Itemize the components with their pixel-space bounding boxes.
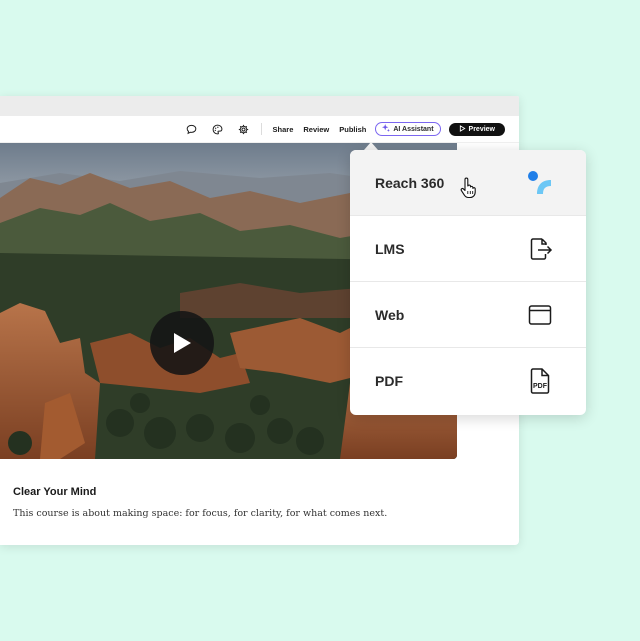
publish-option-web[interactable]: Web: [350, 282, 586, 348]
ai-assistant-label: AI Assistant: [393, 125, 434, 133]
settings-gear-icon[interactable]: [237, 122, 251, 136]
export-file-icon: [526, 235, 554, 263]
publish-option-label: PDF: [375, 373, 403, 389]
preview-label: Preview: [468, 125, 495, 133]
share-button[interactable]: Share: [273, 125, 294, 134]
publish-button[interactable]: Publish: [339, 125, 366, 134]
menu-caret: [364, 142, 378, 150]
sparkle-icon: [382, 124, 391, 134]
video-play-button[interactable]: [150, 311, 214, 375]
toolbar-divider: [260, 123, 262, 135]
publish-option-lms[interactable]: LMS: [350, 216, 586, 282]
reach360-logo-icon: [526, 169, 554, 197]
palette-icon[interactable]: [211, 122, 225, 136]
publish-option-pdf[interactable]: PDF PDF: [350, 348, 586, 414]
pdf-file-icon: PDF: [526, 367, 554, 395]
play-icon: [174, 333, 191, 353]
editor-toolbar: Share Review Publish AI Assistant Previe…: [0, 116, 519, 143]
svg-text:PDF: PDF: [533, 383, 548, 390]
publish-option-label: Web: [375, 306, 405, 323]
publish-option-label: Reach 360: [375, 174, 445, 191]
comment-icon[interactable]: [185, 122, 199, 136]
review-button[interactable]: Review: [303, 125, 329, 134]
course-description: This course is about making space: for f…: [13, 508, 388, 519]
window-titlebar: [0, 96, 519, 116]
play-outline-icon: [459, 124, 466, 134]
course-title: Clear Your Mind: [13, 486, 97, 498]
ai-assistant-button[interactable]: AI Assistant: [375, 122, 441, 136]
publish-option-label: LMS: [375, 240, 405, 257]
browser-window-icon: [526, 301, 554, 329]
hand-pointer-cursor-icon: [460, 177, 476, 199]
preview-button[interactable]: Preview: [448, 122, 505, 136]
